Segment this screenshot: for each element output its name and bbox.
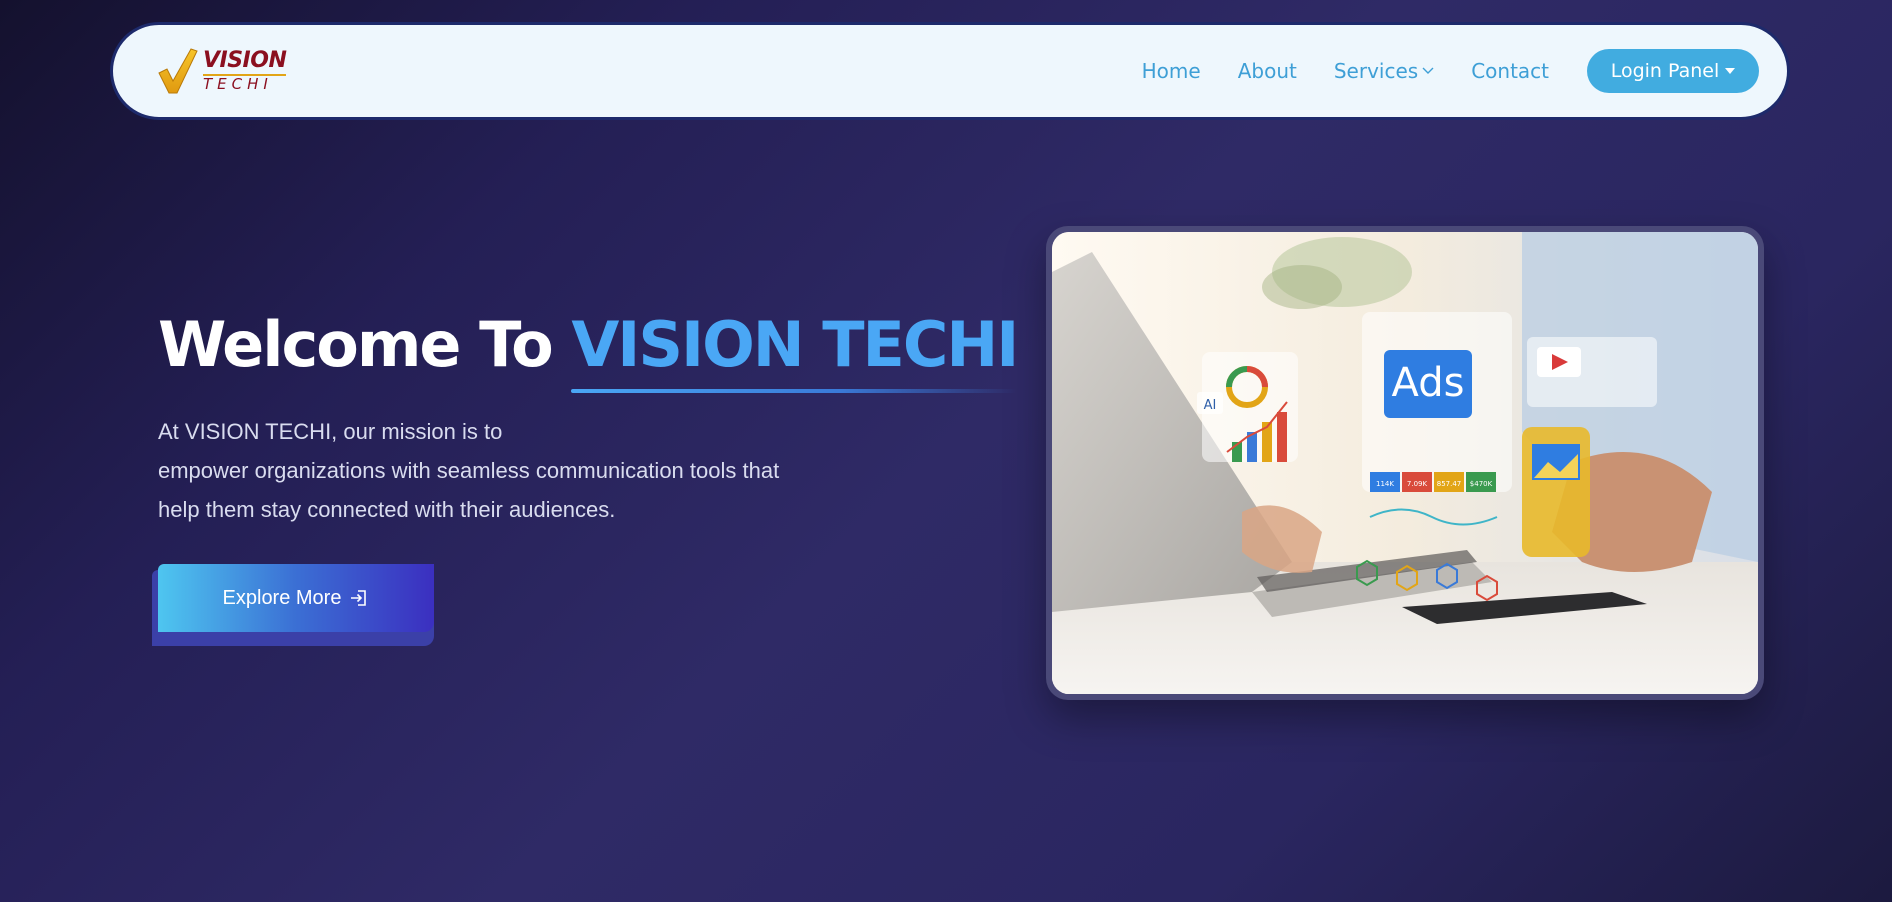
- sign-in-icon: [351, 590, 367, 606]
- svg-text:114K: 114K: [1376, 480, 1394, 488]
- hero-description: At VISION TECHI, our mission is to empow…: [158, 412, 918, 529]
- login-panel-button[interactable]: Login Panel: [1587, 49, 1759, 93]
- nav-about-link[interactable]: About: [1238, 59, 1297, 83]
- nav-services-link[interactable]: Services: [1334, 59, 1434, 83]
- login-panel-label: Login Panel: [1610, 60, 1720, 82]
- hero-image-card: Ads 114K 7.09K 857.47 $470K AI: [1046, 226, 1764, 700]
- hero-title-accent: VISION TECHI: [571, 308, 1019, 393]
- hero-title-prefix: Welcome To: [158, 308, 554, 381]
- hero-description-line: empower organizations with seamless comm…: [158, 458, 780, 483]
- nav-contact-link[interactable]: Contact: [1471, 59, 1549, 83]
- hero-description-line: help them stay connected with their audi…: [158, 497, 616, 522]
- digital-marketing-illustration: Ads 114K 7.09K 857.47 $470K AI: [1052, 232, 1758, 694]
- svg-text:$470K: $470K: [1470, 480, 1493, 488]
- hero-description-line: At VISION TECHI, our mission is to: [158, 419, 503, 444]
- brand-logo[interactable]: VISION TECHI: [157, 47, 287, 95]
- hero-image: Ads 114K 7.09K 857.47 $470K AI: [1052, 232, 1758, 694]
- ads-label: Ads: [1392, 360, 1465, 406]
- explore-more-wrapper: Explore More: [152, 564, 434, 646]
- explore-more-button[interactable]: Explore More: [158, 564, 434, 632]
- chevron-down-icon: [1422, 67, 1434, 74]
- caret-down-icon: [1725, 68, 1736, 74]
- hero-title: Welcome To VISION TECHI: [158, 308, 1019, 393]
- navbar: VISION TECHI Home About Services Contact…: [110, 22, 1790, 120]
- explore-more-label: Explore More: [222, 586, 342, 609]
- checkmark-logo-icon: [158, 48, 198, 94]
- svg-text:7.09K: 7.09K: [1407, 480, 1428, 488]
- svg-text:857.47: 857.47: [1437, 480, 1462, 488]
- logo-word-techi: TECHI: [203, 74, 287, 92]
- svg-text:AI: AI: [1204, 398, 1217, 413]
- nav-services-label: Services: [1333, 59, 1419, 83]
- logo-word-vision: VISION: [203, 48, 287, 73]
- nav-home-link[interactable]: Home: [1142, 59, 1201, 83]
- nav-links: Home About Services Contact Login Panel: [1142, 49, 1759, 93]
